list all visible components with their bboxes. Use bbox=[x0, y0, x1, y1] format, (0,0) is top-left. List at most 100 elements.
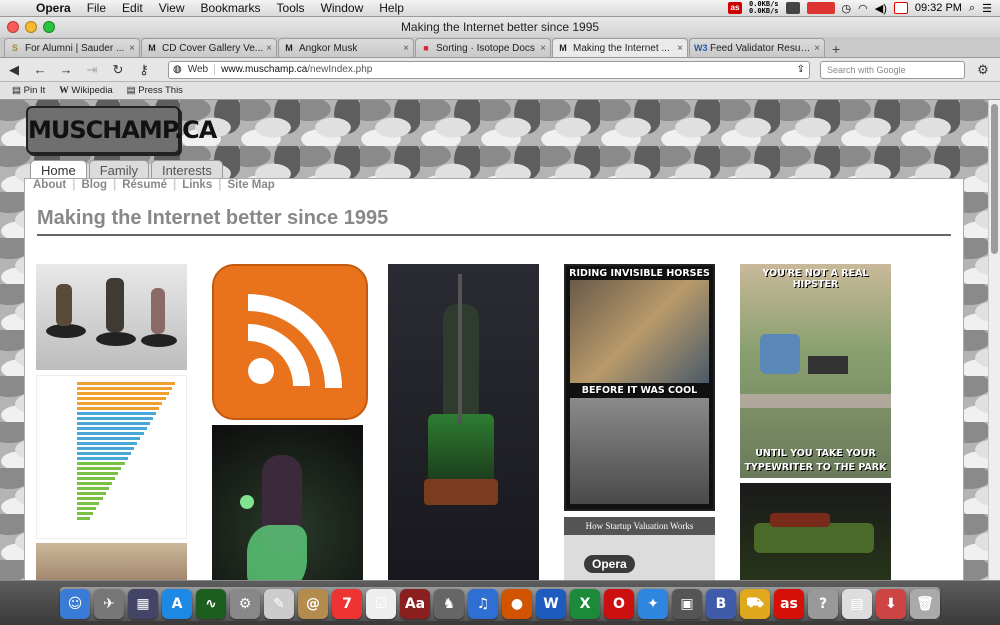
fast-forward-icon[interactable]: → bbox=[58, 62, 74, 77]
documents-icon[interactable]: ▤ bbox=[842, 589, 872, 619]
menubar-clock[interactable]: 09:32 PM bbox=[915, 2, 962, 14]
zoom-window-icon[interactable] bbox=[43, 21, 55, 33]
nav-sitemap[interactable]: Site Map bbox=[221, 179, 280, 191]
hipster-knights-meme[interactable]: RIDING INVISIBLE HORSES BEFORE IT WAS CO… bbox=[564, 264, 715, 511]
forward-icon[interactable]: ← bbox=[32, 62, 48, 77]
typewriter-hipster-meme[interactable]: YOU'RE NOT A REAL HIPSTER UNTIL YOU TAKE… bbox=[740, 264, 891, 478]
close-tab-icon[interactable]: × bbox=[814, 43, 820, 54]
reload-icon[interactable]: ↻ bbox=[110, 62, 126, 78]
cpu-meter-icon[interactable] bbox=[785, 2, 800, 14]
tab-home[interactable]: Home bbox=[30, 160, 87, 178]
browser-tab[interactable]: S For Alumni | Sauder ... × bbox=[4, 38, 140, 57]
textedit-icon[interactable]: ✎ bbox=[264, 589, 294, 619]
address-url[interactable]: www.muschamp.ca/newIndex.php bbox=[221, 64, 796, 75]
transmit-icon[interactable]: ⛟ bbox=[740, 589, 770, 619]
mission-control-icon[interactable]: ▦ bbox=[128, 589, 158, 619]
army-miniatures-photo[interactable] bbox=[740, 483, 891, 580]
lastfm-icon[interactable]: as bbox=[774, 589, 804, 619]
help-icon[interactable]: ? bbox=[808, 589, 838, 619]
page-scrollbar[interactable] bbox=[988, 100, 1000, 580]
menu-view[interactable]: View bbox=[151, 1, 193, 15]
bookmark-wikipedia[interactable]: W Wikipedia bbox=[59, 85, 112, 96]
launchpad-icon[interactable]: ✈ bbox=[94, 589, 124, 619]
close-tab-icon[interactable]: × bbox=[677, 43, 683, 54]
wifi-icon[interactable]: ◠ bbox=[858, 2, 868, 15]
nav-blog[interactable]: Blog bbox=[75, 179, 113, 191]
search-input[interactable]: Search with Google bbox=[820, 60, 965, 79]
nav-resume[interactable]: Résumé bbox=[116, 179, 173, 191]
lich-miniature-photo[interactable] bbox=[388, 264, 539, 580]
new-tab-icon[interactable]: + bbox=[826, 41, 846, 57]
window-controls bbox=[7, 21, 55, 33]
browser-tab[interactable]: M CD Cover Gallery Ve... × bbox=[141, 38, 277, 57]
thumbnail-bar bbox=[77, 482, 112, 485]
tab-family[interactable]: Family bbox=[88, 160, 149, 178]
opera-icon[interactable]: O bbox=[604, 589, 634, 619]
downloads-icon[interactable]: ⬇ bbox=[876, 589, 906, 619]
thumbnail-bar bbox=[77, 512, 94, 515]
time-machine-icon[interactable]: ◷ bbox=[842, 2, 852, 15]
word-icon[interactable]: W bbox=[536, 589, 566, 619]
scrollbar-thumb[interactable] bbox=[991, 104, 998, 254]
share-icon[interactable]: ⇪ bbox=[797, 64, 805, 75]
key-icon[interactable]: ⚷ bbox=[136, 62, 152, 78]
preview-icon[interactable]: ▣ bbox=[672, 589, 702, 619]
bar-chart-thumbnail[interactable] bbox=[36, 375, 187, 539]
calendar-icon[interactable]: 7 bbox=[332, 589, 362, 619]
contacts-icon[interactable]: @ bbox=[298, 589, 328, 619]
activity-monitor-icon[interactable]: ∿ bbox=[196, 589, 226, 619]
menu-tools[interactable]: Tools bbox=[269, 1, 313, 15]
dictionary-icon[interactable]: Aa bbox=[400, 589, 430, 619]
system-prefs-icon[interactable]: ⚙ bbox=[230, 589, 260, 619]
tab-label: Feed Validator Result... bbox=[710, 42, 812, 54]
menu-help[interactable]: Help bbox=[371, 1, 412, 15]
excel-icon[interactable]: X bbox=[570, 589, 600, 619]
finder-icon[interactable]: ☺ bbox=[60, 589, 90, 619]
tab-interests[interactable]: Interests bbox=[150, 160, 223, 178]
minimize-window-icon[interactable] bbox=[25, 21, 37, 33]
spotlight-icon[interactable]: ⌕ bbox=[969, 2, 975, 15]
close-tab-icon[interactable]: × bbox=[540, 43, 546, 54]
site-logo[interactable]: MUSCHAMP.CA bbox=[26, 106, 217, 154]
nav-about[interactable]: About bbox=[33, 179, 72, 191]
bookmark-pin-it[interactable]: ▤ Pin It bbox=[12, 85, 45, 96]
trash-icon[interactable]: 🗑 bbox=[910, 589, 940, 619]
menu-edit[interactable]: Edit bbox=[114, 1, 151, 15]
reminders-icon[interactable]: ☑ bbox=[366, 589, 396, 619]
nav-links[interactable]: Links bbox=[176, 179, 218, 191]
menu-app-opera[interactable]: Opera bbox=[28, 1, 79, 15]
activity-graph-icon[interactable] bbox=[806, 2, 835, 14]
back-icon[interactable]: ◀ bbox=[6, 62, 22, 78]
notification-center-icon[interactable]: ☰ bbox=[982, 2, 992, 15]
settings-gear-icon[interactable]: ⚙ bbox=[975, 62, 991, 78]
menu-file[interactable]: File bbox=[79, 1, 114, 15]
safari-icon[interactable]: ✦ bbox=[638, 589, 668, 619]
close-window-icon[interactable] bbox=[7, 21, 19, 33]
browser-tab[interactable]: M Making the Internet ... × bbox=[552, 38, 688, 57]
next-icon[interactable]: ⇥ bbox=[84, 62, 100, 78]
gimp-icon[interactable]: ♞ bbox=[434, 589, 464, 619]
canada-flag-icon[interactable] bbox=[893, 2, 908, 14]
app-store-icon[interactable]: A bbox=[162, 589, 192, 619]
menu-bookmarks[interactable]: Bookmarks bbox=[193, 1, 269, 15]
bbedit-icon[interactable]: B bbox=[706, 589, 736, 619]
thumbnail-bar bbox=[77, 517, 90, 520]
green-sorcerer-miniature-photo[interactable] bbox=[212, 425, 363, 580]
browser-tab[interactable]: W3 Feed Validator Result... × bbox=[689, 38, 825, 57]
close-tab-icon[interactable]: × bbox=[129, 43, 135, 54]
close-tab-icon[interactable]: × bbox=[266, 43, 272, 54]
thumbnail-bar bbox=[77, 477, 116, 480]
cake-photo[interactable] bbox=[36, 543, 187, 580]
miniatures-photo[interactable] bbox=[36, 264, 187, 370]
bookmark-press-this[interactable]: ▤ Press This bbox=[127, 85, 183, 96]
browser-tab[interactable]: ■ Sorting · Isotope Docs × bbox=[415, 38, 551, 57]
menu-window[interactable]: Window bbox=[313, 1, 372, 15]
browser-tab[interactable]: M Angkor Musk × bbox=[278, 38, 414, 57]
itunes-icon[interactable]: ♫ bbox=[468, 589, 498, 619]
lastfm-menubar-icon[interactable]: as bbox=[728, 2, 742, 14]
rss-feed-icon[interactable] bbox=[212, 264, 368, 420]
volume-icon[interactable]: ◀) bbox=[875, 2, 887, 15]
address-bar[interactable]: ◍ Web www.muschamp.ca/newIndex.php ⇪ bbox=[168, 60, 810, 79]
firefox-icon[interactable]: ● bbox=[502, 589, 532, 619]
close-tab-icon[interactable]: × bbox=[403, 43, 409, 54]
